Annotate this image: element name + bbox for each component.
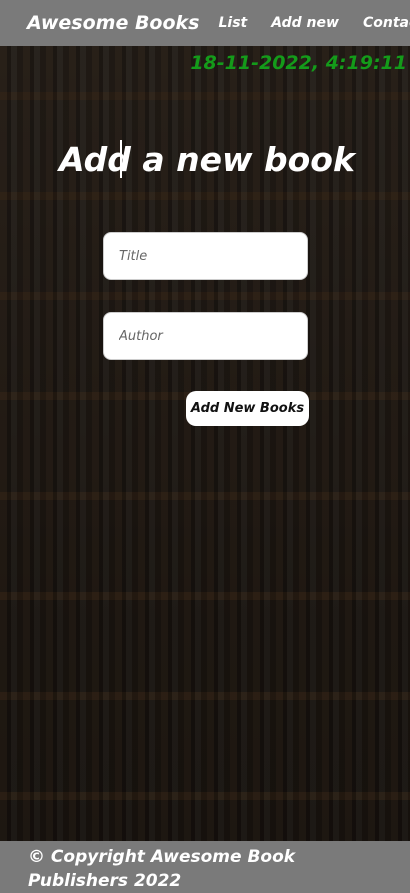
footer: © Copyright Awesome Book Publishers 2022 xyxy=(0,841,410,893)
nav-link-contact[interactable]: Contact xyxy=(363,15,410,31)
brand-logo[interactable]: Awesome Books xyxy=(27,12,199,34)
nav-link-list[interactable]: List xyxy=(218,15,247,31)
add-new-books-button[interactable]: Add New Books xyxy=(186,391,309,426)
bookshelf-background-image xyxy=(0,0,410,893)
nav-links: List Add new Contact xyxy=(218,15,410,31)
navbar: Awesome Books List Add new Contact xyxy=(0,0,410,46)
form-title: Add a new book xyxy=(59,140,355,179)
nav-link-add-new[interactable]: Add new xyxy=(271,15,339,31)
copyright-text: © Copyright Awesome Book Publishers 2022 xyxy=(28,847,296,891)
title-input[interactable] xyxy=(103,232,308,280)
current-datetime: 18-11-2022, 4:19:11 xyxy=(190,52,407,74)
author-input[interactable] xyxy=(103,312,308,360)
